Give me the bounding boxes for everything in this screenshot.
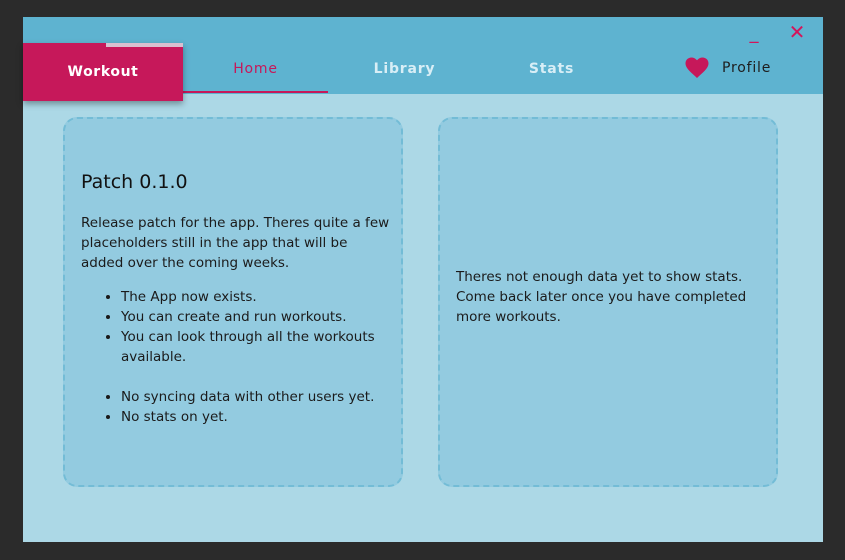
brand-label: Workout bbox=[67, 64, 139, 80]
profile-button[interactable]: Profile bbox=[683, 53, 793, 83]
stats-card: Theres not enough data yet to show stats… bbox=[438, 117, 778, 487]
list-item: The App now exists. bbox=[121, 287, 391, 307]
tab-home[interactable]: Home bbox=[183, 47, 328, 92]
list-item: No stats on yet. bbox=[121, 407, 391, 427]
tab-stats[interactable]: Stats bbox=[479, 47, 624, 92]
close-button[interactable]: ✕ bbox=[786, 21, 808, 43]
patch-description: Release patch for the app. Theres quite … bbox=[81, 215, 390, 271]
minimize-button[interactable]: _ bbox=[743, 23, 765, 45]
active-tab-indicator bbox=[183, 91, 328, 93]
stats-empty-message: Theres not enough data yet to show stats… bbox=[456, 269, 747, 325]
profile-label: Profile bbox=[722, 60, 772, 76]
patch-notes-card: Patch 0.1.0 Release patch for the app. T… bbox=[63, 117, 403, 487]
list-item: You can look through all the workouts av… bbox=[121, 327, 391, 367]
heart-icon bbox=[685, 57, 709, 78]
app-window: _ ✕ Home Library Stats Profile Workout P… bbox=[23, 17, 823, 542]
tab-library[interactable]: Library bbox=[332, 47, 477, 92]
list-item: No syncing data with other users yet. bbox=[121, 387, 391, 407]
added-features-list: The App now exists. You can create and r… bbox=[81, 287, 391, 367]
brand-workout-header: Workout bbox=[23, 43, 183, 101]
list-item: You can create and run workouts. bbox=[121, 307, 391, 327]
patch-title: Patch 0.1.0 bbox=[81, 171, 188, 193]
pending-features-list: No syncing data with other users yet. No… bbox=[81, 387, 391, 427]
